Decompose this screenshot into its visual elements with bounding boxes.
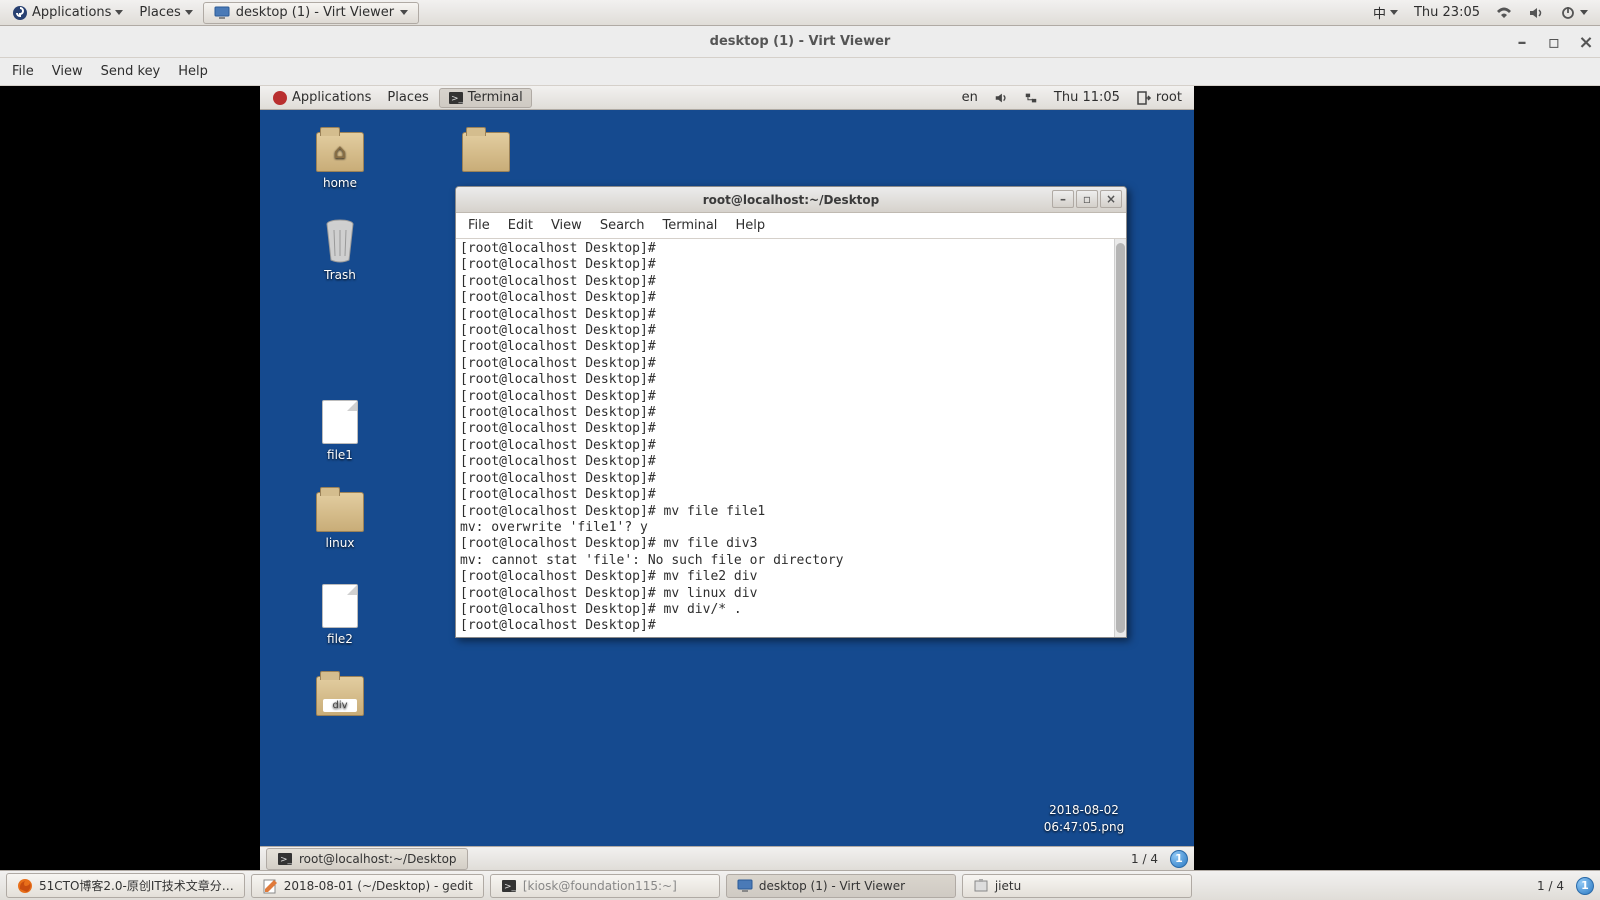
- terminal-minimize-button[interactable]: –: [1052, 190, 1074, 208]
- chevron-down-icon: [1580, 10, 1588, 15]
- virt-viewer-menubar: File View Send key Help: [0, 58, 1600, 86]
- desktop-icon-file1[interactable]: file1: [300, 400, 380, 462]
- term-menu-edit[interactable]: Edit: [508, 218, 533, 233]
- window-title: desktop (1) - Virt Viewer: [710, 34, 891, 49]
- host-places-menu[interactable]: Places: [133, 5, 198, 20]
- terminal-icon: >_: [277, 851, 293, 867]
- terminal-close-button[interactable]: ×: [1100, 190, 1122, 208]
- desktop-icon-trash[interactable]: Trash: [300, 218, 380, 282]
- vm-display-area[interactable]: Applications Places >_ Terminal en Thu 1…: [0, 86, 1600, 870]
- guest-bottom-panel: >_ root@localhost:~/Desktop 1 / 4 1: [260, 846, 1194, 870]
- svg-text:>_: >_: [504, 882, 517, 892]
- term-menu-file[interactable]: File: [468, 218, 490, 233]
- guest-task-terminal-button[interactable]: >_ root@localhost:~/Desktop: [266, 848, 468, 870]
- terminal-icon: >_: [448, 90, 464, 106]
- file-icon: [322, 400, 358, 444]
- screenshot-icon: [973, 878, 989, 894]
- host-lang-indicator[interactable]: 中: [1367, 3, 1404, 22]
- term-menu-search[interactable]: Search: [600, 218, 645, 233]
- svg-text:>_: >_: [451, 94, 464, 104]
- chevron-down-icon: [185, 10, 193, 15]
- folder-home-icon: [316, 132, 364, 172]
- fedora-icon: [12, 5, 28, 21]
- guest-workspace-indicator[interactable]: 1 / 4: [1131, 852, 1158, 866]
- power-icon[interactable]: [1554, 5, 1594, 21]
- host-task-terminal[interactable]: >_ [kiosk@foundation115:~]: [490, 874, 720, 898]
- guest-workspace-badge[interactable]: 1: [1170, 850, 1188, 868]
- firefox-icon: [17, 878, 33, 894]
- guest-desktop[interactable]: home Trash file1 linux: [260, 110, 1194, 846]
- gedit-icon: [262, 878, 278, 894]
- host-task-virt-viewer-bottom[interactable]: desktop (1) - Virt Viewer: [726, 874, 956, 898]
- terminal-title: root@localhost:~/Desktop: [703, 193, 880, 207]
- guest-lang-indicator[interactable]: en: [956, 90, 984, 105]
- wifi-icon[interactable]: [1490, 5, 1518, 21]
- guest-network-icon[interactable]: [1018, 91, 1044, 105]
- guest-task-terminal[interactable]: >_ Terminal: [439, 88, 532, 108]
- guest-volume-icon[interactable]: [988, 91, 1014, 105]
- folder-icon: [316, 492, 364, 532]
- term-menu-help[interactable]: Help: [735, 218, 765, 233]
- terminal-icon: >_: [501, 878, 517, 894]
- terminal-menubar: File Edit View Search Terminal Help: [456, 213, 1126, 239]
- menu-sendkey[interactable]: Send key: [101, 64, 161, 79]
- guest-clock[interactable]: Thu 11:05: [1048, 90, 1126, 105]
- host-bottom-panel: 51CTO博客2.0-原创IT技术文章分… 2018-08-01 (~/Desk…: [0, 870, 1600, 900]
- guest-places-menu[interactable]: Places: [381, 90, 434, 105]
- host-task-virt-viewer[interactable]: desktop (1) - Virt Viewer: [203, 2, 419, 24]
- places-label: Places: [139, 5, 180, 20]
- guest-top-panel: Applications Places >_ Terminal en Thu 1…: [260, 86, 1194, 110]
- minimize-button[interactable]: –: [1512, 32, 1532, 53]
- svg-text:>_: >_: [280, 855, 293, 865]
- desktop-icon-screenshot-label[interactable]: 2018-08-02 06:47:05.png: [1014, 802, 1154, 836]
- terminal-scrollbar[interactable]: [1114, 239, 1126, 637]
- guest-os: Applications Places >_ Terminal en Thu 1…: [260, 86, 1194, 870]
- display-icon: [737, 878, 753, 894]
- desktop-icon-div[interactable]: [300, 676, 380, 720]
- host-top-panel: Applications Places desktop (1) - Virt V…: [0, 0, 1600, 26]
- host-applications-menu[interactable]: Applications: [6, 5, 129, 21]
- terminal-output[interactable]: [root@localhost Desktop]# [root@localhos…: [456, 239, 1114, 637]
- virt-viewer-window: desktop (1) - Virt Viewer – ▫ × File Vie…: [0, 26, 1600, 870]
- chevron-down-icon: [115, 10, 123, 15]
- host-clock[interactable]: Thu 23:05: [1408, 5, 1486, 20]
- term-menu-terminal[interactable]: Terminal: [662, 218, 717, 233]
- close-button[interactable]: ×: [1576, 32, 1596, 53]
- terminal-maximize-button[interactable]: ▫: [1076, 190, 1098, 208]
- applications-label: Applications: [32, 5, 111, 20]
- virt-viewer-titlebar[interactable]: desktop (1) - Virt Viewer – ▫ ×: [0, 26, 1600, 58]
- host-task-jietu[interactable]: jietu: [962, 874, 1192, 898]
- chevron-down-icon: [400, 10, 408, 15]
- maximize-button[interactable]: ▫: [1544, 32, 1564, 53]
- chevron-down-icon: [1390, 10, 1398, 15]
- terminal-titlebar[interactable]: root@localhost:~/Desktop – ▫ ×: [456, 187, 1126, 213]
- term-menu-view[interactable]: View: [551, 218, 582, 233]
- host-task-firefox[interactable]: 51CTO博客2.0-原创IT技术文章分…: [6, 873, 245, 898]
- volume-icon[interactable]: [1522, 5, 1550, 21]
- scrollbar-thumb[interactable]: [1116, 243, 1125, 633]
- display-icon: [214, 5, 230, 21]
- file-icon: [322, 584, 358, 628]
- host-workspace-badge[interactable]: 1: [1576, 877, 1594, 895]
- folder-icon: [316, 676, 364, 716]
- trash-icon: [320, 218, 360, 264]
- desktop-icon-home[interactable]: home: [300, 132, 380, 190]
- guest-user-menu[interactable]: root: [1130, 90, 1188, 106]
- host-task-gedit[interactable]: 2018-08-01 (~/Desktop) - gedit: [251, 874, 484, 898]
- logout-icon: [1136, 90, 1152, 106]
- desktop-icon-file2[interactable]: file2: [300, 584, 380, 646]
- task-label: desktop (1) - Virt Viewer: [236, 5, 394, 20]
- host-workspace-indicator[interactable]: 1 / 4: [1537, 879, 1564, 893]
- fedora-icon: [272, 90, 288, 106]
- menu-view[interactable]: View: [52, 64, 83, 79]
- desktop-icon-linux[interactable]: linux: [300, 492, 380, 550]
- folder-icon: [462, 132, 510, 172]
- terminal-window: root@localhost:~/Desktop – ▫ × File Edit…: [455, 186, 1127, 638]
- desktop-icon-div3-folder[interactable]: [446, 132, 526, 176]
- menu-file[interactable]: File: [12, 64, 34, 79]
- guest-applications-menu[interactable]: Applications: [266, 90, 377, 106]
- menu-help[interactable]: Help: [178, 64, 208, 79]
